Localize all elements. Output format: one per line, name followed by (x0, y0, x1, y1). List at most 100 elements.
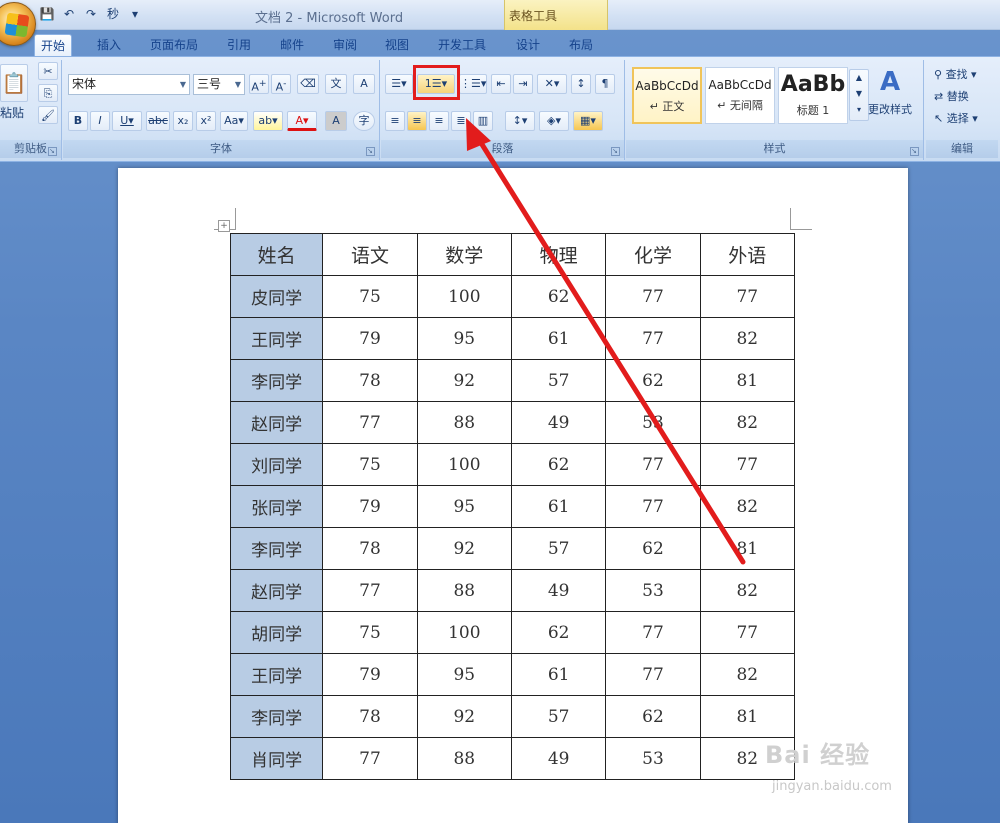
score-cell[interactable]: 78 (322, 527, 418, 570)
format-painter-qat-icon[interactable]: 秒 (104, 5, 122, 23)
score-cell[interactable]: 82 (699, 401, 796, 444)
score-cell[interactable]: 77 (699, 611, 796, 654)
save-icon[interactable]: 💾 (38, 5, 56, 23)
bullets-icon[interactable]: ☰▾ (385, 74, 413, 94)
align-center-icon[interactable]: ≡ (407, 111, 427, 131)
score-cell[interactable]: 49 (510, 737, 607, 780)
student-name-cell[interactable]: 王同学 (229, 317, 324, 360)
score-cell[interactable]: 62 (510, 611, 607, 654)
cut-icon[interactable]: ✂ (38, 62, 58, 80)
format-painter-icon[interactable]: 🖌 (38, 106, 58, 124)
score-cell[interactable]: 53 (605, 401, 701, 444)
show-marks-icon[interactable]: ¶ (595, 74, 615, 94)
strikethrough-icon[interactable]: abc (146, 111, 170, 131)
paste-label[interactable]: 粘贴 (0, 104, 24, 121)
tab-page-layout[interactable]: 页面布局 (144, 34, 204, 56)
score-cell[interactable]: 75 (322, 443, 418, 486)
chinese-layout-icon[interactable]: ✕▾ (537, 74, 567, 94)
align-left-icon[interactable]: ≡ (385, 111, 405, 131)
shrink-font-icon[interactable]: A- (271, 74, 291, 94)
align-right-icon[interactable]: ≡ (429, 111, 449, 131)
decrease-indent-icon[interactable]: ⇤ (491, 74, 511, 94)
score-cell[interactable]: 81 (699, 527, 796, 570)
score-cell[interactable]: 100 (416, 443, 512, 486)
score-cell[interactable]: 75 (322, 611, 418, 654)
score-cell[interactable]: 61 (510, 653, 607, 696)
score-cell[interactable]: 61 (510, 485, 607, 528)
sort-icon[interactable]: ↕ (571, 74, 591, 94)
tab-view[interactable]: 视图 (379, 34, 415, 56)
score-cell[interactable]: 77 (322, 737, 418, 780)
header-math[interactable]: 数学 (416, 233, 512, 276)
score-cell[interactable]: 79 (322, 653, 418, 696)
student-name-cell[interactable]: 胡同学 (229, 611, 324, 654)
score-cell[interactable]: 53 (605, 737, 701, 780)
char-border-icon[interactable]: A (353, 74, 375, 94)
score-cell[interactable]: 88 (416, 737, 512, 780)
copy-icon[interactable]: ⎘ (38, 84, 58, 102)
score-cell[interactable]: 77 (605, 653, 701, 696)
font-name-combo[interactable]: 宋体 ▼ (68, 74, 190, 95)
font-launcher-icon[interactable]: ↘ (366, 147, 375, 156)
tab-developer[interactable]: 开发工具 (432, 34, 492, 56)
undo-icon[interactable]: ↶ (60, 5, 78, 23)
score-cell[interactable]: 95 (416, 485, 512, 528)
score-cell[interactable]: 88 (416, 569, 512, 612)
score-cell[interactable]: 82 (699, 569, 796, 612)
score-cell[interactable]: 82 (699, 653, 796, 696)
header-physics[interactable]: 物理 (510, 233, 607, 276)
score-cell[interactable]: 57 (510, 695, 607, 738)
score-cell[interactable]: 81 (699, 695, 796, 738)
score-cell[interactable]: 95 (416, 653, 512, 696)
score-cell[interactable]: 61 (510, 317, 607, 360)
change-styles-icon[interactable]: A (875, 67, 905, 97)
score-cell[interactable]: 77 (605, 443, 701, 486)
score-cell[interactable]: 79 (322, 485, 418, 528)
font-size-combo[interactable]: 三号 ▼ (193, 74, 245, 95)
tab-insert[interactable]: 插入 (91, 34, 127, 56)
justify-icon[interactable]: ≣ (451, 111, 471, 131)
superscript-icon[interactable]: x² (196, 111, 216, 131)
score-cell[interactable]: 77 (699, 275, 796, 318)
tab-layout[interactable]: 布局 (563, 34, 599, 56)
multilevel-list-icon[interactable]: ⋮☰▾ (459, 74, 487, 94)
header-chinese[interactable]: 语文 (322, 233, 418, 276)
tab-mailings[interactable]: 邮件 (274, 34, 310, 56)
change-styles-label[interactable]: 更改样式 (868, 101, 912, 117)
score-cell[interactable]: 100 (416, 611, 512, 654)
italic-icon[interactable]: I (90, 111, 110, 131)
select-button[interactable]: ↖ 选择 ▾ (934, 110, 978, 126)
char-shading-icon[interactable]: A (325, 111, 347, 131)
grow-font-icon[interactable]: A+ (249, 74, 269, 94)
student-name-cell[interactable]: 刘同学 (229, 443, 324, 486)
score-cell[interactable]: 62 (605, 527, 701, 570)
score-cell[interactable]: 57 (510, 359, 607, 402)
header-foreign-language[interactable]: 外语 (699, 233, 796, 276)
tab-design[interactable]: 设计 (510, 34, 546, 56)
student-name-cell[interactable]: 赵同学 (229, 401, 324, 444)
score-cell[interactable]: 100 (416, 275, 512, 318)
score-cell[interactable]: 62 (510, 443, 607, 486)
score-cell[interactable]: 53 (605, 569, 701, 612)
score-cell[interactable]: 62 (510, 275, 607, 318)
clipboard-launcher-icon[interactable]: ↘ (48, 147, 57, 156)
score-cell[interactable]: 95 (416, 317, 512, 360)
styles-scroll-icon[interactable]: ▲ ▼ ▾ (849, 69, 869, 121)
student-name-cell[interactable]: 李同学 (229, 527, 324, 570)
replace-button[interactable]: ⇄ 替换 (934, 88, 969, 104)
bold-icon[interactable]: B (68, 111, 88, 131)
distribute-icon[interactable]: ▥ (473, 111, 493, 131)
score-cell[interactable]: 77 (322, 401, 418, 444)
score-cell[interactable]: 82 (699, 317, 796, 360)
paragraph-launcher-icon[interactable]: ↘ (611, 147, 620, 156)
score-cell[interactable]: 77 (699, 443, 796, 486)
student-name-cell[interactable]: 李同学 (229, 359, 324, 402)
score-cell[interactable]: 82 (699, 485, 796, 528)
score-cell[interactable]: 77 (605, 275, 701, 318)
paste-icon[interactable]: 📋 (0, 64, 28, 102)
score-cell[interactable]: 79 (322, 317, 418, 360)
student-name-cell[interactable]: 王同学 (229, 653, 324, 696)
score-cell[interactable]: 78 (322, 695, 418, 738)
score-cell[interactable]: 49 (510, 401, 607, 444)
score-cell[interactable]: 62 (605, 695, 701, 738)
